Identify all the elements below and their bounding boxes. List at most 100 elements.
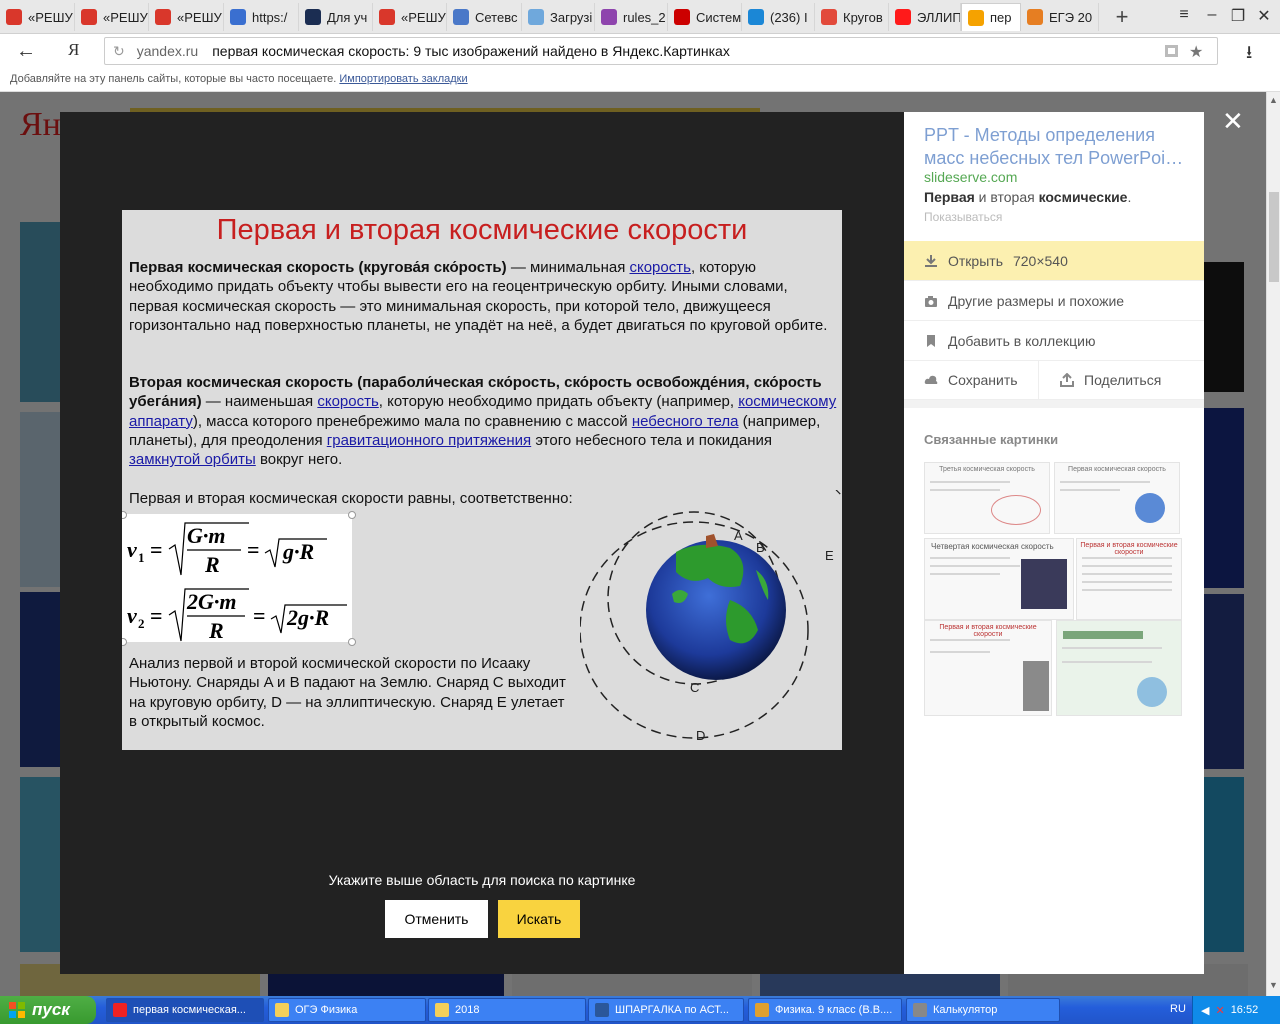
source-domain-link[interactable]: slideserve.com — [924, 169, 1017, 185]
yandex-button[interactable]: Я — [68, 40, 79, 60]
browser-tab[interactable]: ЕГЭ 20 — [1021, 3, 1099, 31]
selection-handle[interactable] — [348, 638, 356, 646]
browser-tab[interactable]: «РЕШУ — [149, 3, 224, 31]
camera-icon — [924, 294, 938, 308]
page-scrollbar[interactable]: ▲ ▼ — [1266, 92, 1280, 996]
yandex-icon — [895, 9, 911, 25]
netschool-icon — [453, 9, 469, 25]
back-icon[interactable]: ← — [16, 40, 36, 63]
cancel-button[interactable]: Отменить — [385, 900, 488, 938]
download-icon — [924, 254, 938, 268]
browser-tab[interactable]: Кругов — [815, 3, 889, 31]
browser-tab[interactable]: rules_2 — [595, 3, 668, 31]
taskbar-item[interactable]: ОГЭ Физика — [268, 998, 426, 1022]
scrollbar-thumb[interactable] — [1269, 192, 1279, 282]
language-indicator[interactable]: RU — [1170, 1003, 1186, 1015]
text-line — [930, 639, 1010, 641]
chat-icon — [748, 9, 764, 25]
import-bookmarks-link[interactable]: Импортировать закладки — [339, 73, 467, 85]
save-button[interactable]: Сохранить — [924, 360, 1018, 400]
related-image-title: Третья космическая скорость — [939, 466, 1035, 473]
related-image[interactable]: Четвертая космическая скорость — [924, 538, 1074, 620]
new-tab-button[interactable]: + — [1110, 4, 1134, 30]
browser-tab[interactable]: «РЕШУ — [373, 3, 447, 31]
browser-tab[interactable]: «РЕШУ — [75, 3, 149, 31]
source-title-link[interactable]: PPT - Методы определения масс небесных т… — [924, 124, 1189, 170]
tab-label: «РЕШУ — [177, 9, 222, 25]
browser-tab[interactable]: https:/ — [224, 3, 299, 31]
minimize-button[interactable]: – — [1200, 6, 1224, 24]
open-image-button[interactable]: Открыть 720×540 — [904, 241, 1204, 281]
browser-tab[interactable]: пер✕ — [961, 3, 1021, 31]
address-bar[interactable]: ↻ yandex.ru первая космическая скорость:… — [104, 37, 1218, 65]
close-window-button[interactable]: ✕ — [1252, 6, 1276, 26]
share-icon — [1060, 372, 1074, 387]
browser-tab[interactable]: (236) I — [742, 3, 815, 31]
taskbar-item[interactable]: первая космическая... — [106, 998, 264, 1022]
taskbar-item[interactable]: Калькулятор — [906, 998, 1060, 1022]
text-line — [1063, 631, 1143, 639]
reload-icon[interactable]: ↻ — [113, 43, 125, 60]
taskbar-item[interactable]: 2018 — [428, 998, 586, 1022]
tray-arrow-icon[interactable]: ◀ — [1201, 1004, 1209, 1017]
doc-icon — [601, 9, 617, 25]
diagram-label: A — [734, 528, 743, 543]
browser-tab[interactable]: Для уч — [299, 3, 373, 31]
related-image[interactable]: Первая космическая скорость — [1054, 462, 1180, 534]
browser-tab[interactable]: Загрузі — [522, 3, 595, 31]
selection-handle[interactable] — [122, 638, 127, 646]
formula-selection-box[interactable]: v1 = G·m R = g·R v2 = 2G·m R = 2g·R — [122, 511, 356, 646]
clock: 16:52 — [1230, 1004, 1259, 1016]
yandex-icon — [674, 9, 690, 25]
tab-label: «РЕШУ — [401, 9, 446, 25]
browser-tab[interactable]: «РЕШУ — [0, 3, 75, 31]
show-more-link[interactable]: Показываться — [924, 210, 1002, 224]
browser-tab[interactable]: ЭЛЛИП — [889, 3, 961, 31]
share-button[interactable]: Поделиться — [1060, 360, 1161, 400]
divider — [1038, 360, 1039, 400]
download-icon[interactable]: ⭳ — [1246, 40, 1252, 70]
svg-text:2: 2 — [138, 616, 145, 631]
related-image[interactable] — [1056, 620, 1182, 716]
related-image[interactable]: Первая и вторая космические скорости — [924, 620, 1052, 716]
search-by-area-button[interactable]: Искать — [498, 900, 580, 938]
bookmark-star-icon[interactable]: ★ — [1189, 42, 1207, 61]
planet-icon — [1135, 493, 1165, 523]
close-viewer-icon[interactable]: ✕ — [1222, 106, 1244, 137]
scroll-up-icon[interactable]: ▲ — [1269, 95, 1278, 105]
restore-button[interactable]: ❐ — [1226, 6, 1250, 26]
text-span: вокруг него. — [255, 451, 343, 469]
taskbar-item[interactable]: ШПАРГАЛКА по АСТ... — [588, 998, 744, 1022]
taskbar-item[interactable]: Физика. 9 класс (В.В.... — [748, 998, 902, 1022]
tab-label: rules_2 — [623, 9, 666, 25]
diagram-label: E — [825, 548, 834, 563]
google-drive-icon — [528, 9, 544, 25]
cloud-icon — [924, 373, 938, 387]
related-image[interactable]: Первая и вторая космические скорости — [1076, 538, 1182, 620]
start-label: пуск — [32, 1000, 70, 1019]
reshu-icon — [155, 9, 171, 25]
menu-icon[interactable]: ≡ — [1172, 6, 1196, 24]
images-icon — [968, 9, 984, 26]
start-button[interactable]: пуск — [0, 996, 96, 1024]
bookmark-icon — [924, 334, 938, 348]
link-celestial-body: небесного тела — [631, 412, 739, 430]
other-sizes-button[interactable]: Другие размеры и похожие — [904, 281, 1204, 321]
taskbar-item-label: 2018 — [455, 1004, 480, 1016]
tab-label: Систем — [696, 9, 742, 25]
tab-label: ЕГЭ 20 — [1049, 9, 1093, 25]
text-line — [930, 565, 1020, 567]
reshu-icon — [379, 9, 395, 25]
add-to-collection-button[interactable]: Добавить в коллекцию — [904, 321, 1204, 361]
browser-tab[interactable]: Сетевс — [447, 3, 522, 31]
browser-tab[interactable]: Систем — [668, 3, 742, 31]
preview-image[interactable]: Первая и вторая космические скорости Пер… — [122, 210, 842, 750]
network-icon[interactable]: ✕ — [1215, 1004, 1224, 1017]
selection-handle[interactable] — [348, 511, 356, 519]
scroll-down-icon[interactable]: ▼ — [1269, 980, 1278, 990]
svg-text:2G·m: 2G·m — [186, 589, 237, 614]
protect-icon[interactable] — [1163, 42, 1181, 60]
source-description: Первая и вторая космические. — [924, 189, 1131, 205]
bookmarks-bar: Добавляйте на эту панель сайты, которые … — [0, 68, 1280, 92]
related-image[interactable]: Третья космическая скорость — [924, 462, 1050, 534]
